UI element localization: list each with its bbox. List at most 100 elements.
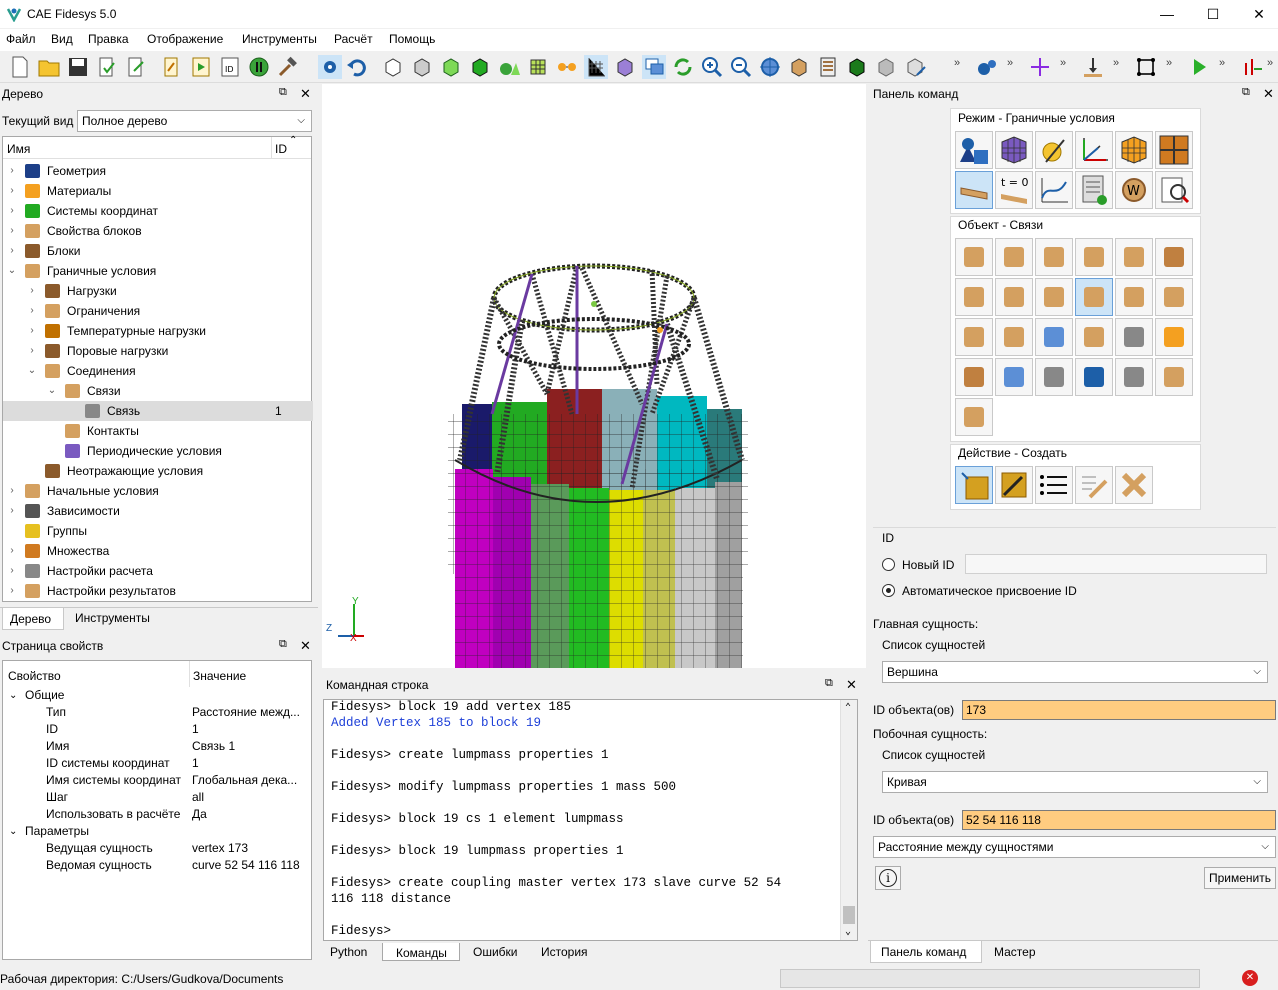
obj-rotation-button[interactable] (995, 358, 1033, 396)
script-icon[interactable] (160, 55, 184, 79)
gears-icon[interactable] (975, 55, 999, 79)
zoom-out-icon[interactable] (729, 55, 753, 79)
obj-displacement-button[interactable] (955, 238, 993, 276)
menu-help[interactable]: Помощь (389, 32, 435, 46)
pause-icon[interactable] (247, 55, 271, 79)
toolbar-overflow-7[interactable]: » (1267, 57, 1275, 77)
float-panel-icon[interactable]: ⧉ (279, 638, 287, 651)
mode-results-button[interactable]: W (1115, 171, 1153, 209)
master-id-input[interactable]: 173 (962, 700, 1276, 720)
new-file-icon[interactable] (8, 55, 32, 79)
minimize-button[interactable]: — (1144, 0, 1190, 28)
tree-item[interactable]: ⌄ Связи (3, 381, 313, 401)
tab-tools[interactable]: Инструменты (75, 611, 150, 625)
obj-convection-button[interactable] (1035, 318, 1073, 356)
run-script-icon[interactable] (189, 55, 213, 79)
open-folder-icon[interactable] (37, 55, 61, 79)
chevron-right-icon[interactable]: › (7, 581, 17, 601)
toolbar-overflow-2[interactable]: » (1007, 57, 1015, 77)
obj-coupling-button[interactable] (1075, 278, 1113, 316)
obj-heat-source-button[interactable] (1115, 318, 1153, 356)
chevron-right-icon[interactable]: › (7, 541, 17, 561)
mode-blocks-button[interactable] (1115, 131, 1153, 169)
tree-item[interactable]: › Свойства блоков (3, 221, 313, 241)
mesh-cube-icon[interactable] (526, 55, 550, 79)
tree-col-name[interactable]: Имя (7, 142, 30, 156)
obj-pressure-button[interactable] (1075, 238, 1113, 276)
window-cascade-icon[interactable] (642, 55, 666, 79)
obj-point-source-button[interactable] (1035, 358, 1073, 396)
float-panel-icon[interactable]: ⧉ (1242, 86, 1250, 99)
tree-item[interactable]: Периодические условия (3, 441, 313, 461)
close-button[interactable]: ✕ (1236, 0, 1278, 28)
scroll-up-icon[interactable]: ⌃ (845, 702, 851, 713)
tab-command-panel[interactable]: Панель команд (870, 941, 982, 963)
run-calculation-icon[interactable] (1187, 55, 1211, 79)
mode-coordinate-button[interactable] (1075, 131, 1113, 169)
undo-icon[interactable] (345, 55, 369, 79)
shapes-icon[interactable] (497, 55, 521, 79)
tree-item[interactable]: Неотражающие условия (3, 461, 313, 481)
prop-group[interactable]: ⌄ Общие (3, 687, 313, 704)
master-entity-select[interactable]: Вершина ⌵ (882, 661, 1268, 683)
chevron-down-icon[interactable]: ⌄ (47, 381, 57, 401)
chevron-right-icon[interactable]: › (27, 341, 37, 361)
obj-acceleration-button[interactable] (1155, 238, 1193, 276)
toolbar-overflow-5[interactable]: » (1166, 57, 1174, 77)
chevron-down-icon[interactable]: ⌄ (7, 261, 17, 281)
mode-calculation-button[interactable] (1075, 171, 1113, 209)
menu-file[interactable]: Файл (6, 32, 36, 46)
obj-pore-pressure-button[interactable] (1155, 318, 1193, 356)
float-panel-icon[interactable]: ⧉ (825, 677, 833, 690)
chevron-right-icon[interactable]: › (27, 301, 37, 321)
mode-initial-button[interactable]: t = 0 (995, 171, 1033, 209)
transparent-cube-icon[interactable] (613, 55, 637, 79)
tab-errors[interactable]: Ошибки (473, 945, 518, 959)
tree-item[interactable]: › Нагрузки (3, 281, 313, 301)
sort-axis-icon[interactable] (1240, 55, 1264, 79)
mode-boundary-button[interactable] (955, 171, 993, 209)
tree-item[interactable]: › Множества (3, 541, 313, 561)
tree-item[interactable]: ⌄ Граничные условия (3, 261, 313, 281)
obj-gravity-button[interactable] (1115, 238, 1153, 276)
solid-cube-icon[interactable] (468, 55, 492, 79)
zoom-in-icon[interactable] (700, 55, 724, 79)
new-id-input[interactable] (965, 554, 1267, 574)
obj-radiation-button[interactable] (1075, 318, 1113, 356)
command-scrollbar[interactable]: ⌃ ⌄ (840, 700, 857, 940)
close-panel-icon[interactable]: ✕ (300, 638, 311, 654)
new-id-radio[interactable] (882, 558, 895, 571)
legend-icon[interactable] (816, 55, 840, 79)
mode-dependencies-button[interactable] (1035, 171, 1073, 209)
obj-periodic-button[interactable] (1115, 358, 1153, 396)
shaded-cube-icon[interactable] (439, 55, 463, 79)
tree-view[interactable]: Имя ID ⌃ › Геометрия › Материалы › Системы ко… (2, 135, 313, 602)
obj-nonreflecting-button[interactable] (1155, 358, 1193, 396)
id-icon[interactable]: ID (218, 55, 242, 79)
obj-angular-acceleration-button[interactable] (1035, 278, 1073, 316)
coupling-type-select[interactable]: Расстояние между сущностями ⌵ (873, 836, 1276, 858)
obj-heat-flux-button[interactable] (995, 318, 1033, 356)
chevron-right-icon[interactable]: › (27, 281, 37, 301)
tree-item[interactable]: › Блоки (3, 241, 313, 261)
tree-item[interactable]: › Системы координат (3, 201, 313, 221)
obj-lumpmass-button[interactable] (955, 398, 993, 436)
import-icon[interactable] (95, 55, 119, 79)
tree-item[interactable]: ⌄ Соединения (3, 361, 313, 381)
menu-tools[interactable]: Инструменты (242, 32, 317, 46)
toolbar-overflow-1[interactable]: » (954, 57, 962, 77)
chevron-right-icon[interactable]: › (7, 201, 17, 221)
action-create-button[interactable] (955, 466, 993, 504)
maximize-button[interactable]: ☐ (1190, 0, 1236, 28)
tree-item[interactable]: › Материалы (3, 181, 313, 201)
chevron-right-icon[interactable]: › (27, 321, 37, 341)
camera-icon[interactable] (318, 55, 342, 79)
obj-temperature-button[interactable] (955, 318, 993, 356)
gray-cube-icon[interactable] (874, 55, 898, 79)
chevron-down-icon[interactable]: ⌄ (27, 361, 37, 381)
chevron-right-icon[interactable]: › (7, 161, 17, 181)
mode-sets-button[interactable] (1155, 131, 1193, 169)
tree-item[interactable]: › Начальные условия (3, 481, 313, 501)
fit-view-icon[interactable] (758, 55, 782, 79)
prop-group[interactable]: ⌄ Параметры (3, 823, 313, 840)
